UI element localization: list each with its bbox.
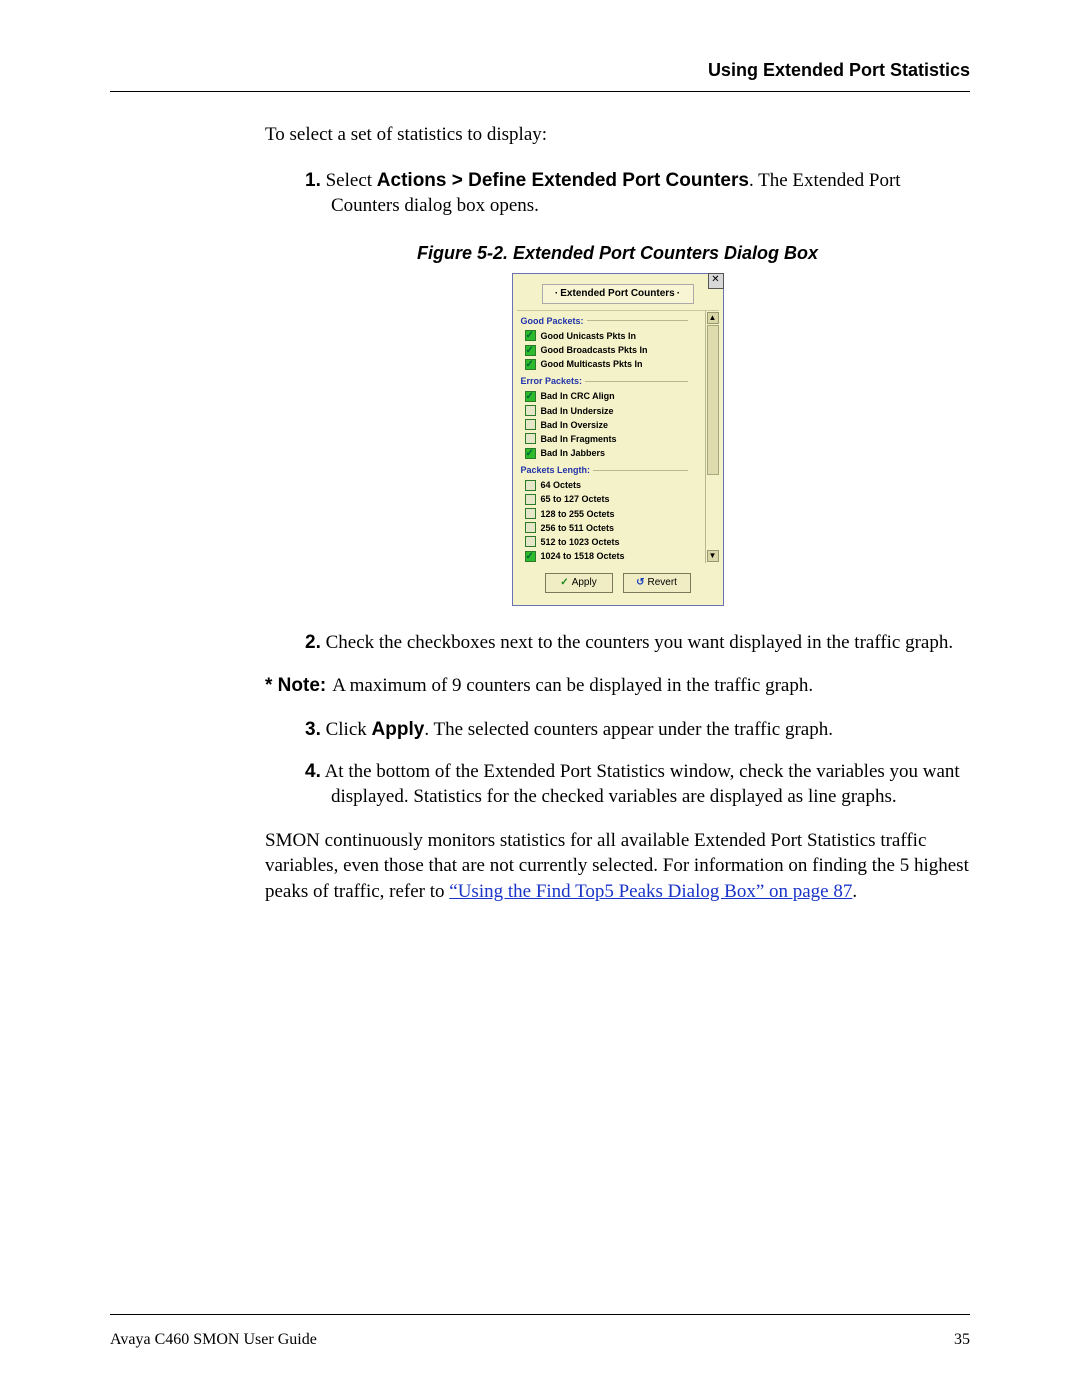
option-label: Bad In CRC Align (541, 390, 615, 402)
option-row[interactable]: 512 to 1023 Octets (517, 535, 704, 549)
option-label: 256 to 511 Octets (541, 522, 615, 534)
xref-link[interactable]: “Using the Find Top5 Peaks Dialog Box” o… (449, 881, 852, 902)
checkbox-icon[interactable] (525, 494, 536, 505)
checkbox-icon[interactable] (525, 551, 536, 562)
option-row[interactable]: Bad In Jabbers (517, 446, 704, 460)
option-label: Bad In Oversize (541, 419, 609, 431)
footer-doc-title: Avaya C460 SMON User Guide (110, 1331, 317, 1349)
option-row[interactable]: Bad In CRC Align (517, 389, 704, 403)
option-label: 65 to 127 Octets (541, 493, 610, 505)
page-header-title: Using Extended Port Statistics (110, 60, 970, 81)
apply-button[interactable]: ✓Apply (545, 573, 613, 593)
checkbox-icon[interactable] (525, 522, 536, 533)
header-rule (110, 91, 970, 92)
step-text: Check the checkboxes next to the counter… (326, 632, 954, 653)
page-content: To select a set of statistics to display… (265, 122, 970, 905)
step-text: Click (326, 719, 372, 740)
option-row[interactable]: Good Multicasts Pkts In (517, 357, 704, 371)
checkbox-icon[interactable] (525, 359, 536, 370)
step-text: Select (326, 170, 377, 191)
menu-path: Actions > Define Extended Port Counters (377, 170, 749, 191)
option-row[interactable]: Good Unicasts Pkts In (517, 329, 704, 343)
dialog-title: Extended Port Counters (542, 284, 694, 304)
closing-post: . (852, 881, 857, 902)
option-row[interactable]: 128 to 255 Octets (517, 507, 704, 521)
option-row[interactable]: Bad In Oversize (517, 418, 704, 432)
checkbox-icon[interactable] (525, 330, 536, 341)
checkbox-icon[interactable] (525, 480, 536, 491)
step-text-post: . The selected counters appear under the… (424, 719, 833, 740)
scroll-thumb[interactable] (707, 325, 719, 475)
scroll-down-icon[interactable]: ▼ (707, 550, 719, 562)
note-text: A maximum of 9 counters can be displayed… (332, 673, 970, 699)
intro-text: To select a set of statistics to display… (265, 122, 970, 148)
option-label: Good Multicasts Pkts In (541, 358, 643, 370)
dialog-button-row: ✓Apply ↺Revert (517, 573, 719, 593)
checkbox-icon[interactable] (525, 536, 536, 547)
footer-rule (110, 1314, 970, 1315)
checkbox-icon[interactable] (525, 345, 536, 356)
extended-port-counters-dialog: ✕ Extended Port Counters Good Packets: G… (512, 273, 724, 605)
dialog-option-list: Good Packets: Good Unicasts Pkts In Good… (517, 315, 704, 563)
checkbox-icon[interactable] (525, 433, 536, 444)
checkbox-icon[interactable] (525, 508, 536, 519)
option-label: 1024 to 1518 Octets (541, 550, 625, 562)
revert-icon: ↺ (636, 576, 644, 590)
option-label: 128 to 255 Octets (541, 508, 615, 520)
note-label: * Note: (265, 673, 326, 699)
close-icon[interactable]: ✕ (708, 273, 724, 289)
option-row[interactable]: 64 Octets (517, 478, 704, 492)
step-number: 3. (305, 719, 321, 740)
checkbox-icon[interactable] (525, 419, 536, 430)
step-4: 4. At the bottom of the Extended Port St… (305, 759, 970, 810)
option-label: Bad In Jabbers (541, 447, 606, 459)
step-2: 2. Check the checkboxes next to the coun… (305, 630, 970, 656)
option-row[interactable]: 256 to 511 Octets (517, 521, 704, 535)
step-number: 2. (305, 632, 321, 653)
step-number: 4. (305, 761, 321, 782)
checkbox-icon[interactable] (525, 405, 536, 416)
option-row[interactable]: 65 to 127 Octets (517, 492, 704, 506)
group-good-packets: Good Packets: (521, 315, 704, 327)
option-label: Bad In Fragments (541, 433, 617, 445)
group-packets-length: Packets Length: (521, 464, 704, 476)
option-row[interactable]: Good Broadcasts Pkts In (517, 343, 704, 357)
closing-paragraph: SMON continuously monitors statistics fo… (265, 828, 970, 905)
page-footer: Avaya C460 SMON User Guide 35 (110, 1331, 970, 1349)
dialog-scroll-area: Good Packets: Good Unicasts Pkts In Good… (517, 310, 719, 563)
scroll-up-icon[interactable]: ▲ (707, 312, 719, 324)
step-list-3: 3. Click Apply. The selected counters ap… (265, 717, 970, 810)
step-3: 3. Click Apply. The selected counters ap… (305, 717, 970, 743)
option-label: 64 Octets (541, 479, 582, 491)
page: Using Extended Port Statistics To select… (0, 0, 1080, 1397)
step-list-2: 2. Check the checkboxes next to the coun… (265, 630, 970, 656)
checkbox-icon[interactable] (525, 391, 536, 402)
option-label: Good Broadcasts Pkts In (541, 344, 648, 356)
group-error-packets: Error Packets: (521, 375, 704, 387)
option-label: Bad In Undersize (541, 405, 614, 417)
step-number: 1. (305, 170, 321, 191)
option-label: 512 to 1023 Octets (541, 536, 620, 548)
step-list-1: 1. Select Actions > Define Extended Port… (265, 168, 970, 219)
step-1: 1. Select Actions > Define Extended Port… (305, 168, 970, 219)
note-block: * Note: A maximum of 9 counters can be d… (265, 673, 970, 699)
figure-caption: Figure 5-2. Extended Port Counters Dialo… (265, 241, 970, 265)
option-row[interactable]: 1024 to 1518 Octets (517, 549, 704, 563)
step-text: At the bottom of the Extended Port Stati… (325, 761, 960, 808)
check-icon: ✓ (560, 576, 568, 590)
scrollbar[interactable]: ▲ ▼ (705, 311, 719, 563)
option-row[interactable]: Bad In Fragments (517, 432, 704, 446)
button-name: Apply (372, 719, 425, 740)
option-label: Good Unicasts Pkts In (541, 330, 637, 342)
footer-page-number: 35 (954, 1331, 970, 1349)
option-row[interactable]: Bad In Undersize (517, 404, 704, 418)
revert-button[interactable]: ↺Revert (623, 573, 691, 593)
checkbox-icon[interactable] (525, 448, 536, 459)
